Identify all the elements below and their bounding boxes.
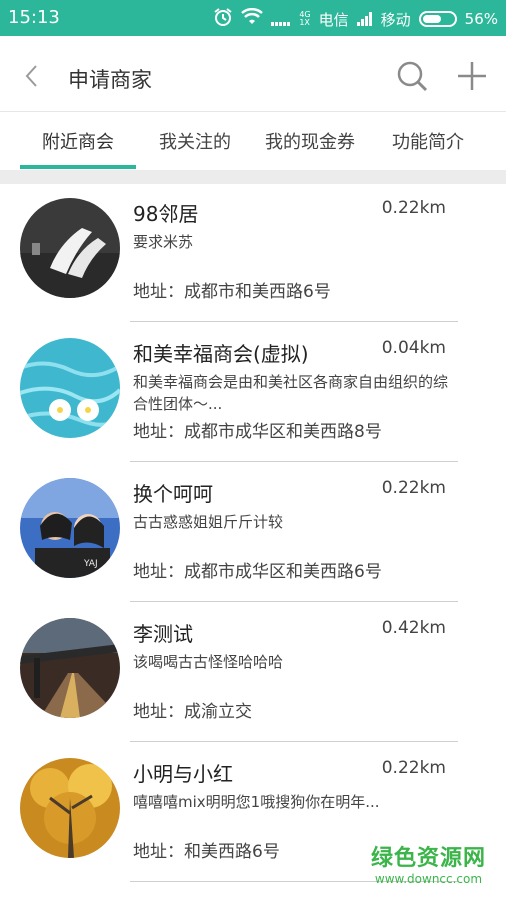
- app-header: 申请商家: [0, 40, 506, 112]
- chevron-left-icon: [25, 65, 37, 87]
- search-icon: [397, 61, 428, 92]
- item-divider: [130, 601, 458, 602]
- network-type-bottom: 1X: [299, 18, 310, 27]
- search-button[interactable]: [394, 58, 430, 94]
- merchant-name: 换个呵呵: [133, 482, 213, 506]
- merchant-description: 和美幸福商会是由和美社区各商家自由组织的综合性团体～...: [133, 373, 449, 413]
- active-tab-indicator: [20, 165, 136, 169]
- wifi-icon: [241, 8, 264, 30]
- merchant-distance: 0.42km: [381, 618, 446, 638]
- avatar: YAJ: [20, 478, 120, 578]
- watermark: 绿色资源网 www.downcc.com: [371, 840, 486, 886]
- alarm-icon: [213, 7, 233, 31]
- item-divider: [130, 321, 458, 322]
- tab-nearby[interactable]: 附近商会: [20, 112, 136, 170]
- merchant-address: 地址：和美西路6号: [133, 842, 280, 862]
- tab-my-coupons[interactable]: 我的现金券: [254, 112, 366, 170]
- merchant-distance: 0.22km: [381, 198, 446, 218]
- status-time: 15:13: [8, 7, 60, 28]
- battery-percent: 56%: [464, 10, 498, 28]
- status-icons: 4G 1X 电信 移动 56%: [205, 7, 498, 31]
- back-button[interactable]: [14, 58, 50, 94]
- merchant-description: 该喝喝古古怪怪哈哈哈: [133, 653, 284, 671]
- merchant-address: 地址：成都市成华区和美西路8号: [133, 422, 382, 442]
- tab-bar: 附近商会 我关注的 我的现金券 功能简介: [0, 112, 506, 170]
- avatar: [20, 618, 120, 718]
- merchant-description: 要求米苏: [133, 233, 194, 251]
- avatar: [20, 758, 120, 858]
- merchant-name: 李测试: [133, 622, 193, 646]
- merchant-name: 和美幸福商会(虚拟): [133, 342, 309, 366]
- avatar: [20, 198, 120, 298]
- merchant-description: 嘻嘻嘻mix明明您1哦搜狗你在明年...: [133, 793, 380, 811]
- network-badge: 4G 1X: [299, 11, 310, 27]
- list-item[interactable]: 李测试 0.42km 该喝喝古古怪怪哈哈哈 地址：成渝立交: [0, 604, 506, 744]
- carrier-2: 移动: [380, 10, 411, 29]
- carrier-1: 电信: [318, 10, 349, 29]
- watermark-title: 绿色资源网: [370, 846, 486, 871]
- avatar: [20, 338, 120, 438]
- tab-following[interactable]: 我关注的: [140, 112, 250, 170]
- merchant-address: 地址：成都市和美西路6号: [133, 282, 331, 302]
- section-divider: [0, 170, 506, 184]
- plus-icon: [458, 62, 486, 90]
- item-divider: [130, 461, 458, 462]
- battery-icon: [418, 11, 457, 27]
- item-divider: [130, 741, 458, 742]
- merchant-list: 98邻居 0.22km 要求米苏 地址：成都市和美西路6号 和美幸福商会(虚拟)…: [0, 184, 506, 884]
- list-item[interactable]: 98邻居 0.22km 要求米苏 地址：成都市和美西路6号: [0, 184, 506, 324]
- merchant-address: 地址：成渝立交: [133, 702, 252, 722]
- page-title: 申请商家: [68, 68, 152, 92]
- add-button[interactable]: [454, 58, 490, 94]
- svg-text:YAJ: YAJ: [83, 559, 98, 569]
- merchant-description: 古古惑惑姐姐斤斤计较: [133, 513, 284, 531]
- merchant-name: 小明与小红: [133, 762, 233, 786]
- merchant-distance: 0.22km: [381, 758, 446, 778]
- merchant-distance: 0.04km: [381, 338, 446, 358]
- signal-icon: [271, 12, 291, 26]
- merchant-address: 地址：成都市成华区和美西路6号: [133, 562, 382, 582]
- list-item[interactable]: YAJ 换个呵呵 0.22km 古古惑惑姐姐斤斤计较 地址：成都市成华区和美西路…: [0, 464, 506, 604]
- tab-intro[interactable]: 功能简介: [372, 112, 484, 170]
- status-bar: 15:13 4G 1X 电信 移动 56%: [0, 0, 506, 36]
- signal-icon: [356, 12, 373, 26]
- list-item[interactable]: 和美幸福商会(虚拟) 0.04km 和美幸福商会是由和美社区各商家自由组织的综合…: [0, 324, 506, 464]
- merchant-distance: 0.22km: [381, 478, 446, 498]
- merchant-name: 98邻居: [133, 202, 199, 226]
- watermark-url: www.downcc.com: [374, 872, 483, 886]
